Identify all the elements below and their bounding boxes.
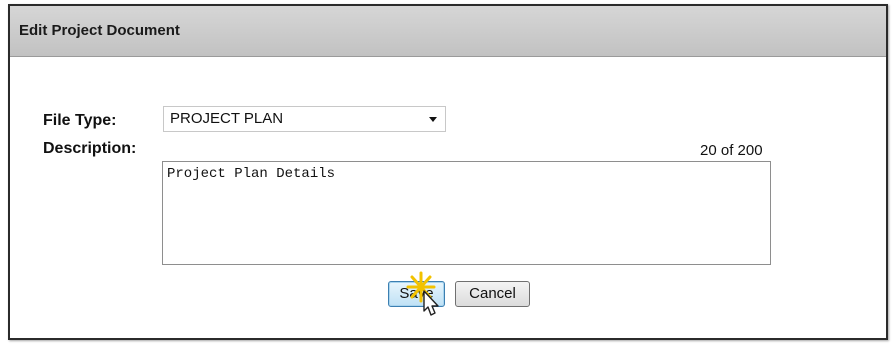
file-type-selected-value: PROJECT PLAN bbox=[170, 110, 284, 127]
character-counter: 20 of 200 bbox=[700, 142, 763, 159]
file-type-select[interactable]: PROJECT PLAN bbox=[163, 106, 446, 132]
save-button[interactable]: Save bbox=[388, 281, 445, 307]
description-label: Description: bbox=[43, 140, 137, 157]
dialog-title-bar: Edit Project Document bbox=[10, 6, 886, 57]
file-type-label: File Type: bbox=[43, 112, 117, 129]
cancel-button[interactable]: Cancel bbox=[455, 281, 530, 307]
edit-project-document-dialog: Edit Project Document File Type: PROJECT… bbox=[8, 4, 888, 340]
chevron-down-icon bbox=[429, 117, 437, 122]
description-textarea[interactable]: Project Plan Details bbox=[162, 161, 771, 265]
dialog-title: Edit Project Document bbox=[19, 22, 180, 39]
